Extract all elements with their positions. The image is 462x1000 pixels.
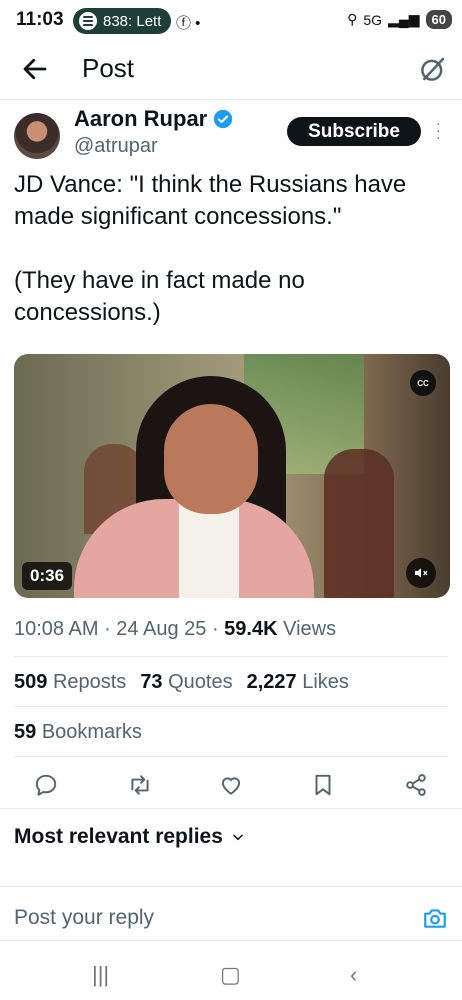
facebook-icon: ⓕ • (176, 15, 201, 32)
share-icon[interactable] (403, 772, 429, 798)
avatar[interactable] (14, 113, 60, 159)
video-person-face (164, 404, 258, 514)
status-right: ⚲ 5G ▂▄▆ 60 (347, 10, 452, 29)
likes-stat[interactable]: 2,227 Likes (247, 671, 349, 694)
back-nav-icon[interactable]: ‹ (350, 962, 357, 988)
bookmarks-divider (14, 756, 448, 757)
reposts-count: 509 (14, 671, 48, 693)
subscribe-button[interactable]: Subscribe (287, 117, 421, 146)
composer-bottom-divider (0, 940, 462, 941)
like-icon[interactable] (218, 772, 244, 798)
likes-count: 2,227 (246, 671, 297, 693)
composer-divider (0, 886, 462, 887)
bookmarks-label: Bookmarks (41, 721, 142, 743)
header-divider (0, 99, 462, 100)
more-icon[interactable]: · · · (436, 116, 441, 144)
tweet-meta: 10:08 AM · 24 Aug 25 · 59.4K Views (14, 618, 337, 640)
author-name: Aaron Rupar (74, 106, 208, 131)
network-label: 5G (363, 11, 383, 28)
signal-icon: ▂▄▆ (388, 11, 420, 27)
tweet-time[interactable]: 10:08 AM (14, 618, 99, 640)
status-time: 11:03 (16, 9, 64, 30)
video-person-blouse (179, 504, 239, 598)
bookmarks-count: 59 (14, 721, 37, 743)
tweet-date[interactable]: 24 Aug 25 (116, 618, 206, 640)
reply-icon[interactable] (33, 772, 59, 798)
video-player[interactable]: CC 0:36 (14, 354, 450, 598)
replies-sort-label: Most relevant replies (14, 825, 223, 848)
quotes-label: Quotes (168, 671, 233, 693)
reposts-label: Reposts (52, 671, 127, 693)
chevron-down-icon (233, 834, 243, 841)
repost-icon[interactable] (127, 772, 153, 798)
grok-icon[interactable] (418, 54, 448, 84)
home-icon[interactable]: ▢ (220, 962, 241, 988)
mute-icon[interactable] (406, 558, 436, 588)
bookmarks-stat[interactable]: 59 Bookmarks (14, 721, 142, 744)
author-name-row[interactable]: Aaron Rupar (74, 106, 233, 132)
reposts-stat[interactable]: 509 Reposts (14, 671, 126, 694)
page-title: Post (82, 53, 135, 83)
likes-label: Likes (302, 671, 349, 693)
views-label: Views (283, 618, 337, 640)
reply-input[interactable]: Post your reply (14, 906, 154, 930)
quotes-stat[interactable]: 73 Quotes (140, 671, 232, 694)
back-arrow-icon[interactable] (20, 54, 50, 84)
quotes-count: 73 (140, 671, 163, 693)
action-bar (0, 764, 462, 806)
spotify-icon (79, 12, 97, 30)
actions-divider (0, 808, 462, 809)
views-count: 59.4K (224, 618, 278, 640)
battery-indicator: 60 (425, 10, 452, 29)
tweet-text: JD Vance: "I think the Russians have mad… (14, 171, 407, 326)
meta-divider (14, 656, 448, 657)
system-nav-bar: ||| ▢ ‹ (0, 950, 462, 1000)
bookmark-icon[interactable] (310, 772, 336, 798)
verified-icon (214, 109, 233, 129)
camera-icon[interactable] (422, 905, 448, 931)
cc-icon[interactable]: CC (410, 370, 436, 396)
engagement-stats: 509 Reposts 73 Quotes 2,227 Likes (14, 671, 349, 694)
location-icon: ⚲ (347, 11, 358, 27)
recents-icon[interactable]: ||| (92, 962, 109, 988)
replies-sort[interactable]: Most relevant replies (14, 825, 245, 849)
notification-pill[interactable]: 838: Lett (73, 8, 172, 34)
stats-divider (14, 706, 448, 707)
status-bar: 11:03 838: Lett ⓕ • ⚲ 5G ▂▄▆ 60 (0, 0, 462, 44)
notification-text: 838: Lett (103, 12, 162, 30)
video-chair-right (324, 449, 394, 598)
video-duration: 0:36 (22, 562, 73, 590)
author-handle[interactable]: @atrupar (74, 135, 158, 158)
